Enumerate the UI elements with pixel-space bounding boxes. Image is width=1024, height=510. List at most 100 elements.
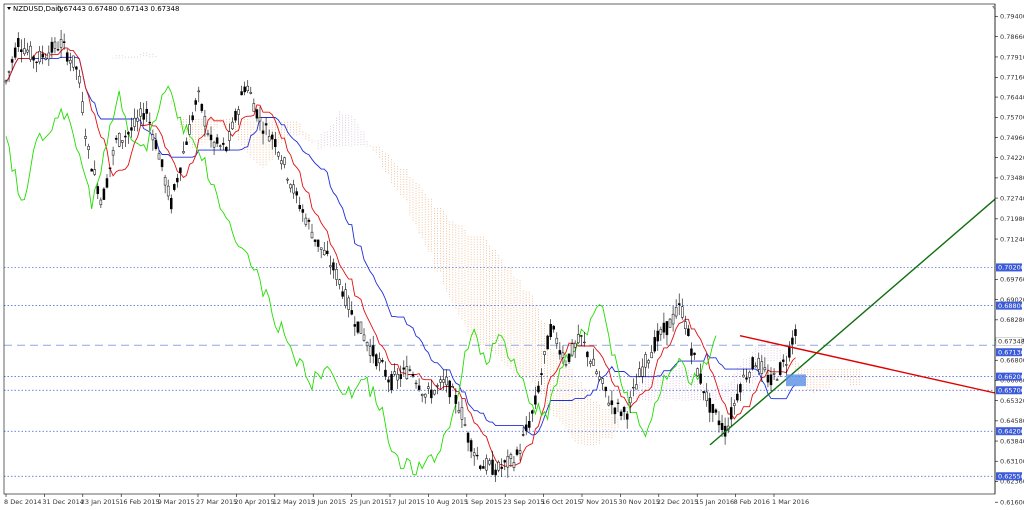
time-tick-label: 23 Jan 2015: [81, 498, 120, 506]
candle-body: [613, 407, 617, 415]
candle-body: [668, 318, 672, 328]
candle-body: [454, 395, 458, 404]
candle-body: [405, 366, 409, 379]
time-tick-label: 22 Dec 2015: [657, 498, 699, 506]
candle-body: [381, 360, 384, 362]
candle-body: [209, 134, 213, 141]
candle-body: [255, 109, 259, 119]
candle-body: [225, 146, 228, 152]
candle-body: [368, 346, 372, 356]
candle-body: [687, 328, 690, 337]
candle-body: [176, 177, 179, 183]
candle-body: [313, 239, 317, 242]
candle-body: [117, 133, 121, 147]
candle-body: [558, 350, 562, 355]
ohlc-values: 0.67443 0.67480 0.67143 0.67348: [57, 5, 179, 13]
current-price-label: 0.67348: [998, 338, 1024, 346]
candle-body: [7, 71, 11, 73]
candle-body: [546, 335, 549, 350]
candle-body: [766, 374, 770, 383]
candle-body: [264, 123, 268, 126]
candle-body: [647, 360, 650, 364]
candle-body: [739, 384, 742, 393]
candle-body: [145, 108, 149, 114]
candle-body: [570, 343, 574, 356]
candle-body: [540, 373, 543, 375]
candle-body: [772, 373, 776, 375]
candle-body: [78, 75, 81, 84]
candle-body: [102, 188, 106, 200]
candle-body: [506, 456, 510, 468]
candle-body: [760, 361, 764, 374]
candle-body: [163, 177, 167, 186]
candle-body: [610, 400, 614, 405]
candle-body: [310, 231, 314, 239]
candle-body: [598, 376, 601, 380]
candle-body: [543, 351, 546, 355]
candle-body: [396, 373, 399, 381]
candle-body: [148, 121, 152, 124]
candle-body: [197, 90, 201, 93]
candle-body: [650, 352, 653, 359]
candle-body: [763, 367, 767, 371]
candle-body: [791, 337, 794, 345]
candle-body: [720, 423, 724, 431]
candle-body: [469, 440, 473, 452]
candle-body: [414, 382, 418, 385]
time-tick-label: 16 Oct 2015: [542, 498, 582, 506]
candle-body: [304, 217, 308, 225]
candle-body: [742, 374, 745, 378]
candle-body: [714, 409, 718, 413]
price-tick-label: 0.63100: [1000, 458, 1024, 466]
candle-body: [326, 250, 329, 254]
candle-body: [736, 393, 739, 401]
candle-body: [270, 134, 274, 140]
candle-body: [494, 469, 497, 476]
candle-body: [274, 139, 277, 148]
candle-body: [16, 38, 20, 47]
candle-body: [56, 49, 60, 51]
candle-body: [316, 239, 320, 247]
candle-body: [139, 108, 142, 117]
candle-body: [638, 368, 641, 377]
candle-body: [93, 169, 96, 175]
candle-body: [748, 371, 751, 378]
price-tick-label: 0.69760: [1000, 276, 1024, 284]
candle-body: [479, 465, 482, 469]
candle-body: [203, 116, 207, 127]
candle-body: [503, 460, 507, 463]
candle-body: [641, 366, 644, 377]
candle-body: [552, 325, 555, 330]
candle-body: [500, 466, 503, 469]
price-tick-label: 0.72740: [1000, 194, 1024, 202]
candle-body: [674, 307, 678, 317]
price-tick-label: 0.68280: [1000, 316, 1024, 324]
price-tick-label: 0.71980: [1000, 215, 1024, 223]
candle-body: [169, 197, 173, 210]
candle-body: [733, 403, 736, 406]
candle-body: [188, 124, 191, 135]
candle-body: [769, 374, 773, 386]
candle-body: [515, 449, 519, 455]
candle-body: [681, 306, 684, 318]
candle-body: [222, 142, 225, 145]
time-tick-label: 8 Dec 2014: [4, 498, 41, 506]
candle-body: [96, 186, 100, 194]
candle-body: [154, 140, 158, 149]
candle-body: [745, 377, 748, 380]
price-tick-label: 0.76440: [1000, 93, 1024, 101]
candle-body: [99, 199, 103, 206]
candle-body: [534, 395, 537, 405]
candle-body: [785, 364, 788, 366]
price-tick-label: 0.74220: [1000, 154, 1024, 162]
candle-body: [430, 389, 433, 399]
time-tick-label: 10 Aug 2015: [426, 498, 468, 506]
candle-body: [564, 364, 568, 366]
candle-body: [10, 59, 14, 63]
candle-body: [191, 115, 194, 121]
time-tick-label: 16 Feb 2015: [119, 498, 159, 506]
candle-body: [775, 379, 779, 381]
candle-body: [329, 265, 332, 268]
candle-body: [261, 130, 265, 134]
price-tick-label: 0.61600: [1000, 498, 1024, 506]
